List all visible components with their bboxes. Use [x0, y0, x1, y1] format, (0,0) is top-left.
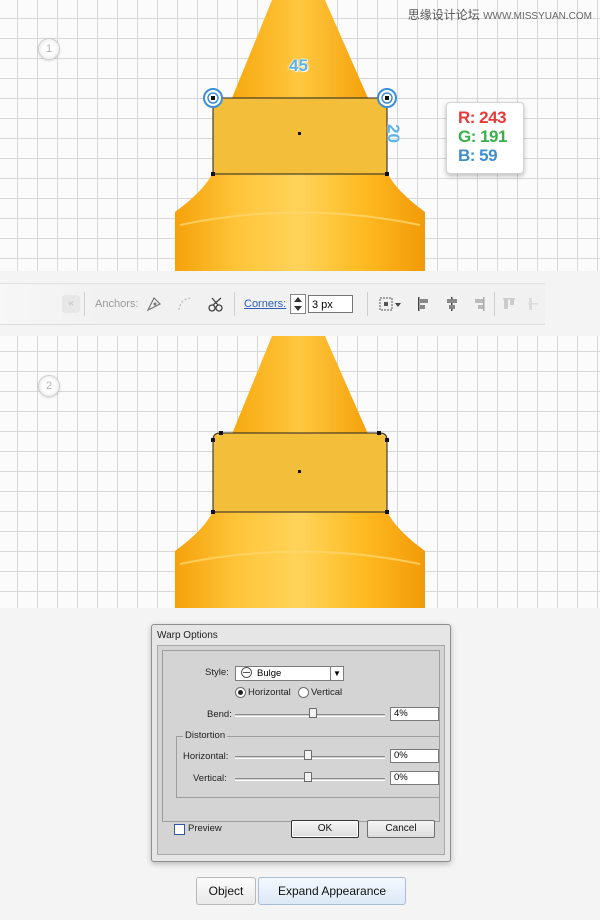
preview-checkbox[interactable] — [174, 824, 185, 835]
step-number-2: 2 — [38, 375, 60, 397]
anchor-handle-right[interactable] — [377, 88, 397, 108]
horizontal-radio-label: Horizontal — [248, 687, 291, 698]
style-dropdown[interactable]: Bulge ▼ — [235, 666, 344, 681]
center-point — [298, 470, 301, 473]
distortion-group: Distortion — [176, 730, 440, 798]
canvas-step-2: 2 — [0, 336, 600, 608]
align-center-icon[interactable] — [444, 284, 460, 324]
bottle-illustration-2 — [175, 336, 425, 608]
distortion-title: Distortion — [183, 730, 228, 741]
warp-options-dialog: Warp Options Style: Bulge ▼ Horizontal V… — [151, 624, 451, 862]
bottle-body — [175, 511, 425, 608]
distortion-vertical-label: Vertical: — [193, 773, 227, 784]
corners-label-link[interactable]: Corners: — [244, 298, 286, 310]
vertical-radio[interactable] — [298, 687, 309, 698]
align-left-icon[interactable] — [416, 284, 432, 324]
distortion-horizontal-thumb[interactable] — [304, 750, 312, 760]
smooth-anchor-icon[interactable] — [176, 284, 194, 324]
bend-slider-thumb[interactable] — [309, 708, 317, 718]
style-label: Style: — [205, 667, 229, 678]
expand-appearance-button[interactable]: Expand Appearance — [258, 877, 406, 905]
center-point — [298, 132, 301, 135]
anchors-label: Anchors: — [95, 298, 139, 310]
canvas-step-1: 1 思缘设计论坛 WWW.MISSYUAN.COM 45 20 R: 243 G… — [0, 0, 600, 271]
transform-reference-icon[interactable] — [377, 284, 403, 324]
horizontal-radio[interactable] — [235, 687, 246, 698]
bulge-icon — [241, 667, 252, 678]
anchor-handle-left[interactable] — [203, 88, 223, 108]
bend-label: Bend: — [207, 709, 232, 720]
watermark-url: WWW.MISSYUAN.COM — [483, 11, 592, 22]
corners-input[interactable]: 3 px — [308, 295, 353, 313]
preview-label: Preview — [188, 823, 222, 834]
watermark: 思缘设计论坛 WWW.MISSYUAN.COM — [408, 6, 592, 23]
style-value: Bulge — [257, 668, 282, 679]
bend-value-field[interactable]: 4% — [390, 707, 439, 721]
rgb-red-value: R: 243 — [458, 108, 507, 127]
control-toolbar: « Anchors: Corners: 3 px — [0, 283, 545, 325]
align-middle-icon[interactable] — [526, 284, 540, 324]
chevron-down-icon: ▼ — [330, 667, 343, 680]
align-top-icon[interactable] — [501, 284, 517, 324]
step-number-1: 1 — [38, 38, 60, 60]
distortion-horizontal-label: Horizontal: — [183, 751, 229, 762]
rgb-green-value: G: 191 — [458, 127, 507, 146]
watermark-text: 思缘设计论坛 — [407, 8, 480, 22]
corners-stepper[interactable] — [290, 294, 306, 314]
bottle-tip — [232, 0, 368, 98]
width-dimension-label: 45 — [289, 56, 308, 75]
cancel-button[interactable]: Cancel — [367, 820, 435, 838]
distortion-vertical-thumb[interactable] — [304, 772, 312, 782]
rgb-blue-value: B: 59 — [458, 146, 498, 165]
object-menu-button[interactable]: Object — [196, 877, 256, 905]
convert-anchor-pen-icon[interactable] — [145, 284, 163, 324]
bottle-tip — [232, 336, 368, 434]
distortion-vertical-field[interactable]: 0% — [390, 771, 439, 785]
cut-path-scissors-icon[interactable] — [207, 284, 227, 324]
bottle-body — [175, 172, 425, 271]
selected-rectangle[interactable] — [212, 97, 388, 175]
toolbar-grip: « — [62, 284, 80, 324]
align-right-icon[interactable] — [471, 284, 487, 324]
height-dimension-label: 20 — [384, 124, 403, 143]
distortion-horizontal-field[interactable]: 0% — [390, 749, 439, 763]
vertical-radio-label: Vertical — [311, 687, 343, 698]
rgb-color-info: R: 243 G: 191 B: 59 — [446, 102, 524, 174]
ok-button[interactable]: OK — [291, 820, 359, 838]
dialog-title: Warp Options — [157, 630, 218, 641]
